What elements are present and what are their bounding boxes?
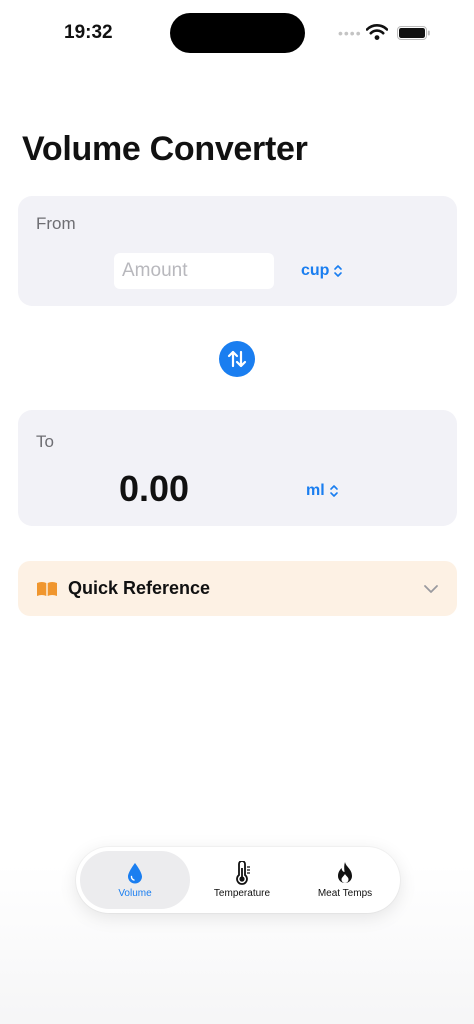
tab-bar: Volume Temperature Meat Temps [76, 847, 400, 913]
to-label: To [36, 432, 54, 451]
swap-arrows-icon [227, 350, 247, 368]
to-unit-picker[interactable]: ml [306, 482, 339, 500]
quick-reference-label: Quick Reference [68, 578, 211, 598]
quick-reference-disclosure[interactable]: Quick Reference [18, 561, 457, 616]
tab-meat-temps[interactable]: Meat Temps [294, 851, 396, 909]
wifi-icon [366, 24, 388, 40]
page-title: Volume Converter [22, 130, 308, 168]
chevron-down-icon [424, 585, 438, 593]
tab-label: Volume [118, 888, 152, 899]
status-bar: 19:32 •••• [0, 0, 474, 66]
amount-input[interactable] [114, 253, 274, 289]
tab-volume[interactable]: Volume [80, 851, 190, 909]
battery-icon [397, 26, 430, 40]
from-unit-picker[interactable]: cup [301, 262, 343, 280]
status-time: 19:32 [64, 22, 113, 43]
tab-label: Temperature [213, 888, 271, 899]
app-screen: 19:32 •••• Volume Converter From cup [0, 0, 474, 1024]
from-unit-label: cup [301, 262, 330, 279]
tab-temperature[interactable]: Temperature [192, 851, 292, 909]
to-unit-label: ml [306, 482, 325, 499]
swap-button[interactable] [219, 341, 255, 377]
result-value: 0.00 [119, 468, 190, 509]
to-card: To 0.00 ml [18, 410, 457, 526]
dynamic-island [170, 13, 305, 53]
book-icon [37, 582, 57, 596]
from-card: From cup [18, 196, 457, 306]
from-label: From [36, 214, 76, 233]
chevron-up-down-icon [329, 485, 338, 497]
chevron-up-down-icon [334, 265, 343, 277]
thermometer-icon [236, 861, 250, 885]
cellular-dots-icon: •••• [338, 25, 362, 41]
drop-icon [128, 863, 142, 884]
tab-label: Meat Temps [317, 888, 373, 899]
flame-icon [338, 862, 352, 883]
